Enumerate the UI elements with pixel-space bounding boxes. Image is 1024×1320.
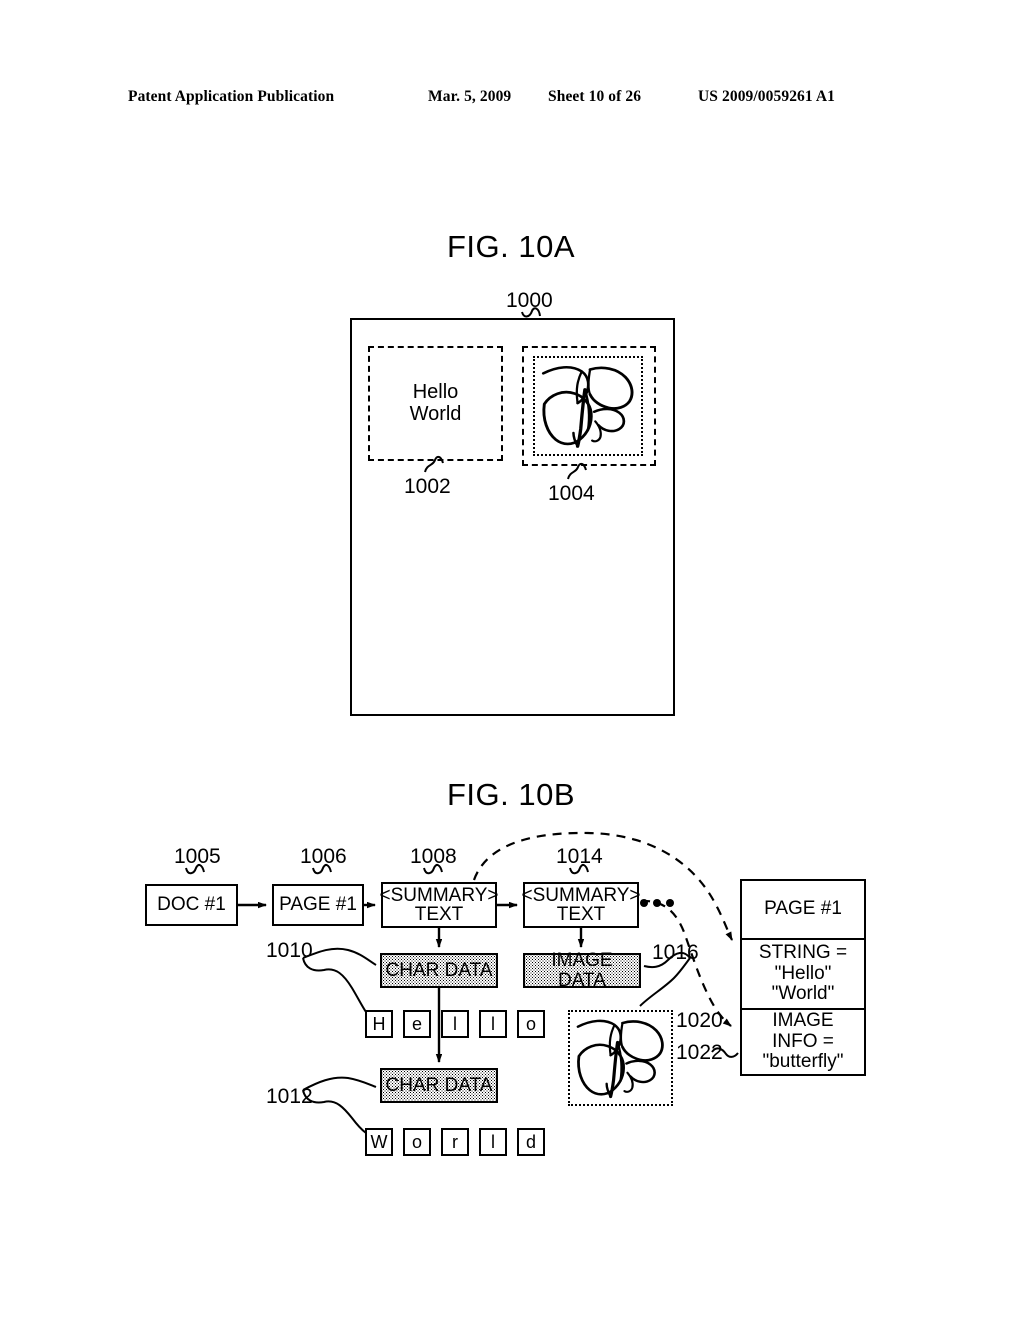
header-publication: Patent Application Publication [128,88,335,105]
sheet-header: Patent Application Publication Mar. 5, 20… [128,88,896,106]
char-cell: l [479,1128,507,1156]
text-region-content: Hello World [409,381,462,426]
ellipsis-dots [640,899,674,907]
char-cell: H [365,1010,393,1038]
char-data-box-1010[interactable]: CHAR DATA [380,953,498,988]
result-panel: PAGE #1 STRING = "Hello" "World" IMAGE I… [740,879,866,1076]
image-region-inner-frame [533,356,643,456]
figure-10b-title: FIG. 10B [447,777,576,812]
char-data-box-1012[interactable]: CHAR DATA [380,1068,498,1103]
image-thumbnail-frame [568,1010,673,1106]
ref-label-1016: 1016 [652,941,699,964]
node-page-1[interactable]: PAGE #1 [272,884,364,926]
result-row-page: PAGE #1 [764,898,842,920]
char-cell: r [441,1128,469,1156]
ref-label-1010: 1010 [266,939,313,962]
figure-10a-title: FIG. 10A [447,229,576,264]
header-sheet: Sheet 10 of 26 [548,88,642,105]
node-doc-1[interactable]: DOC #1 [145,884,238,926]
ref-label-1002: 1002 [404,475,451,498]
node-summary-text-1008[interactable]: <SUMMARY> TEXT [380,882,498,928]
char-cell: o [403,1128,431,1156]
ref-label-1005: 1005 [174,845,221,868]
result-row-string: STRING = "Hello" "World" [742,938,864,1008]
header-date: Mar. 5, 2009 [428,88,512,105]
char-cell: l [441,1010,469,1038]
ref-label-1000: 1000 [506,289,553,312]
char-cell: W [365,1128,393,1156]
ref-label-1008: 1008 [410,845,457,868]
char-cell: o [517,1010,545,1038]
result-row-image-info: IMAGE INFO = "butterfly" [742,1008,864,1074]
char-cell: d [517,1128,545,1156]
header-patent-number: US 2009/0059261 A1 [698,88,836,105]
ref-label-1020: 1020 [676,1009,723,1032]
char-cell: e [403,1010,431,1038]
ref-label-1014: 1014 [556,845,603,868]
ref-label-1022: 1022 [676,1041,723,1064]
patent-drawing-sheet: Patent Application Publication Mar. 5, 20… [0,0,1024,1320]
char-cell: l [479,1010,507,1038]
node-summary-text-1014[interactable]: <SUMMARY> TEXT [522,882,640,928]
ref-label-1012: 1012 [266,1085,313,1108]
ref-label-1006: 1006 [300,845,347,868]
image-data-box-1016[interactable]: IMAGE DATA [523,951,641,990]
ref-label-1004: 1004 [548,482,595,505]
